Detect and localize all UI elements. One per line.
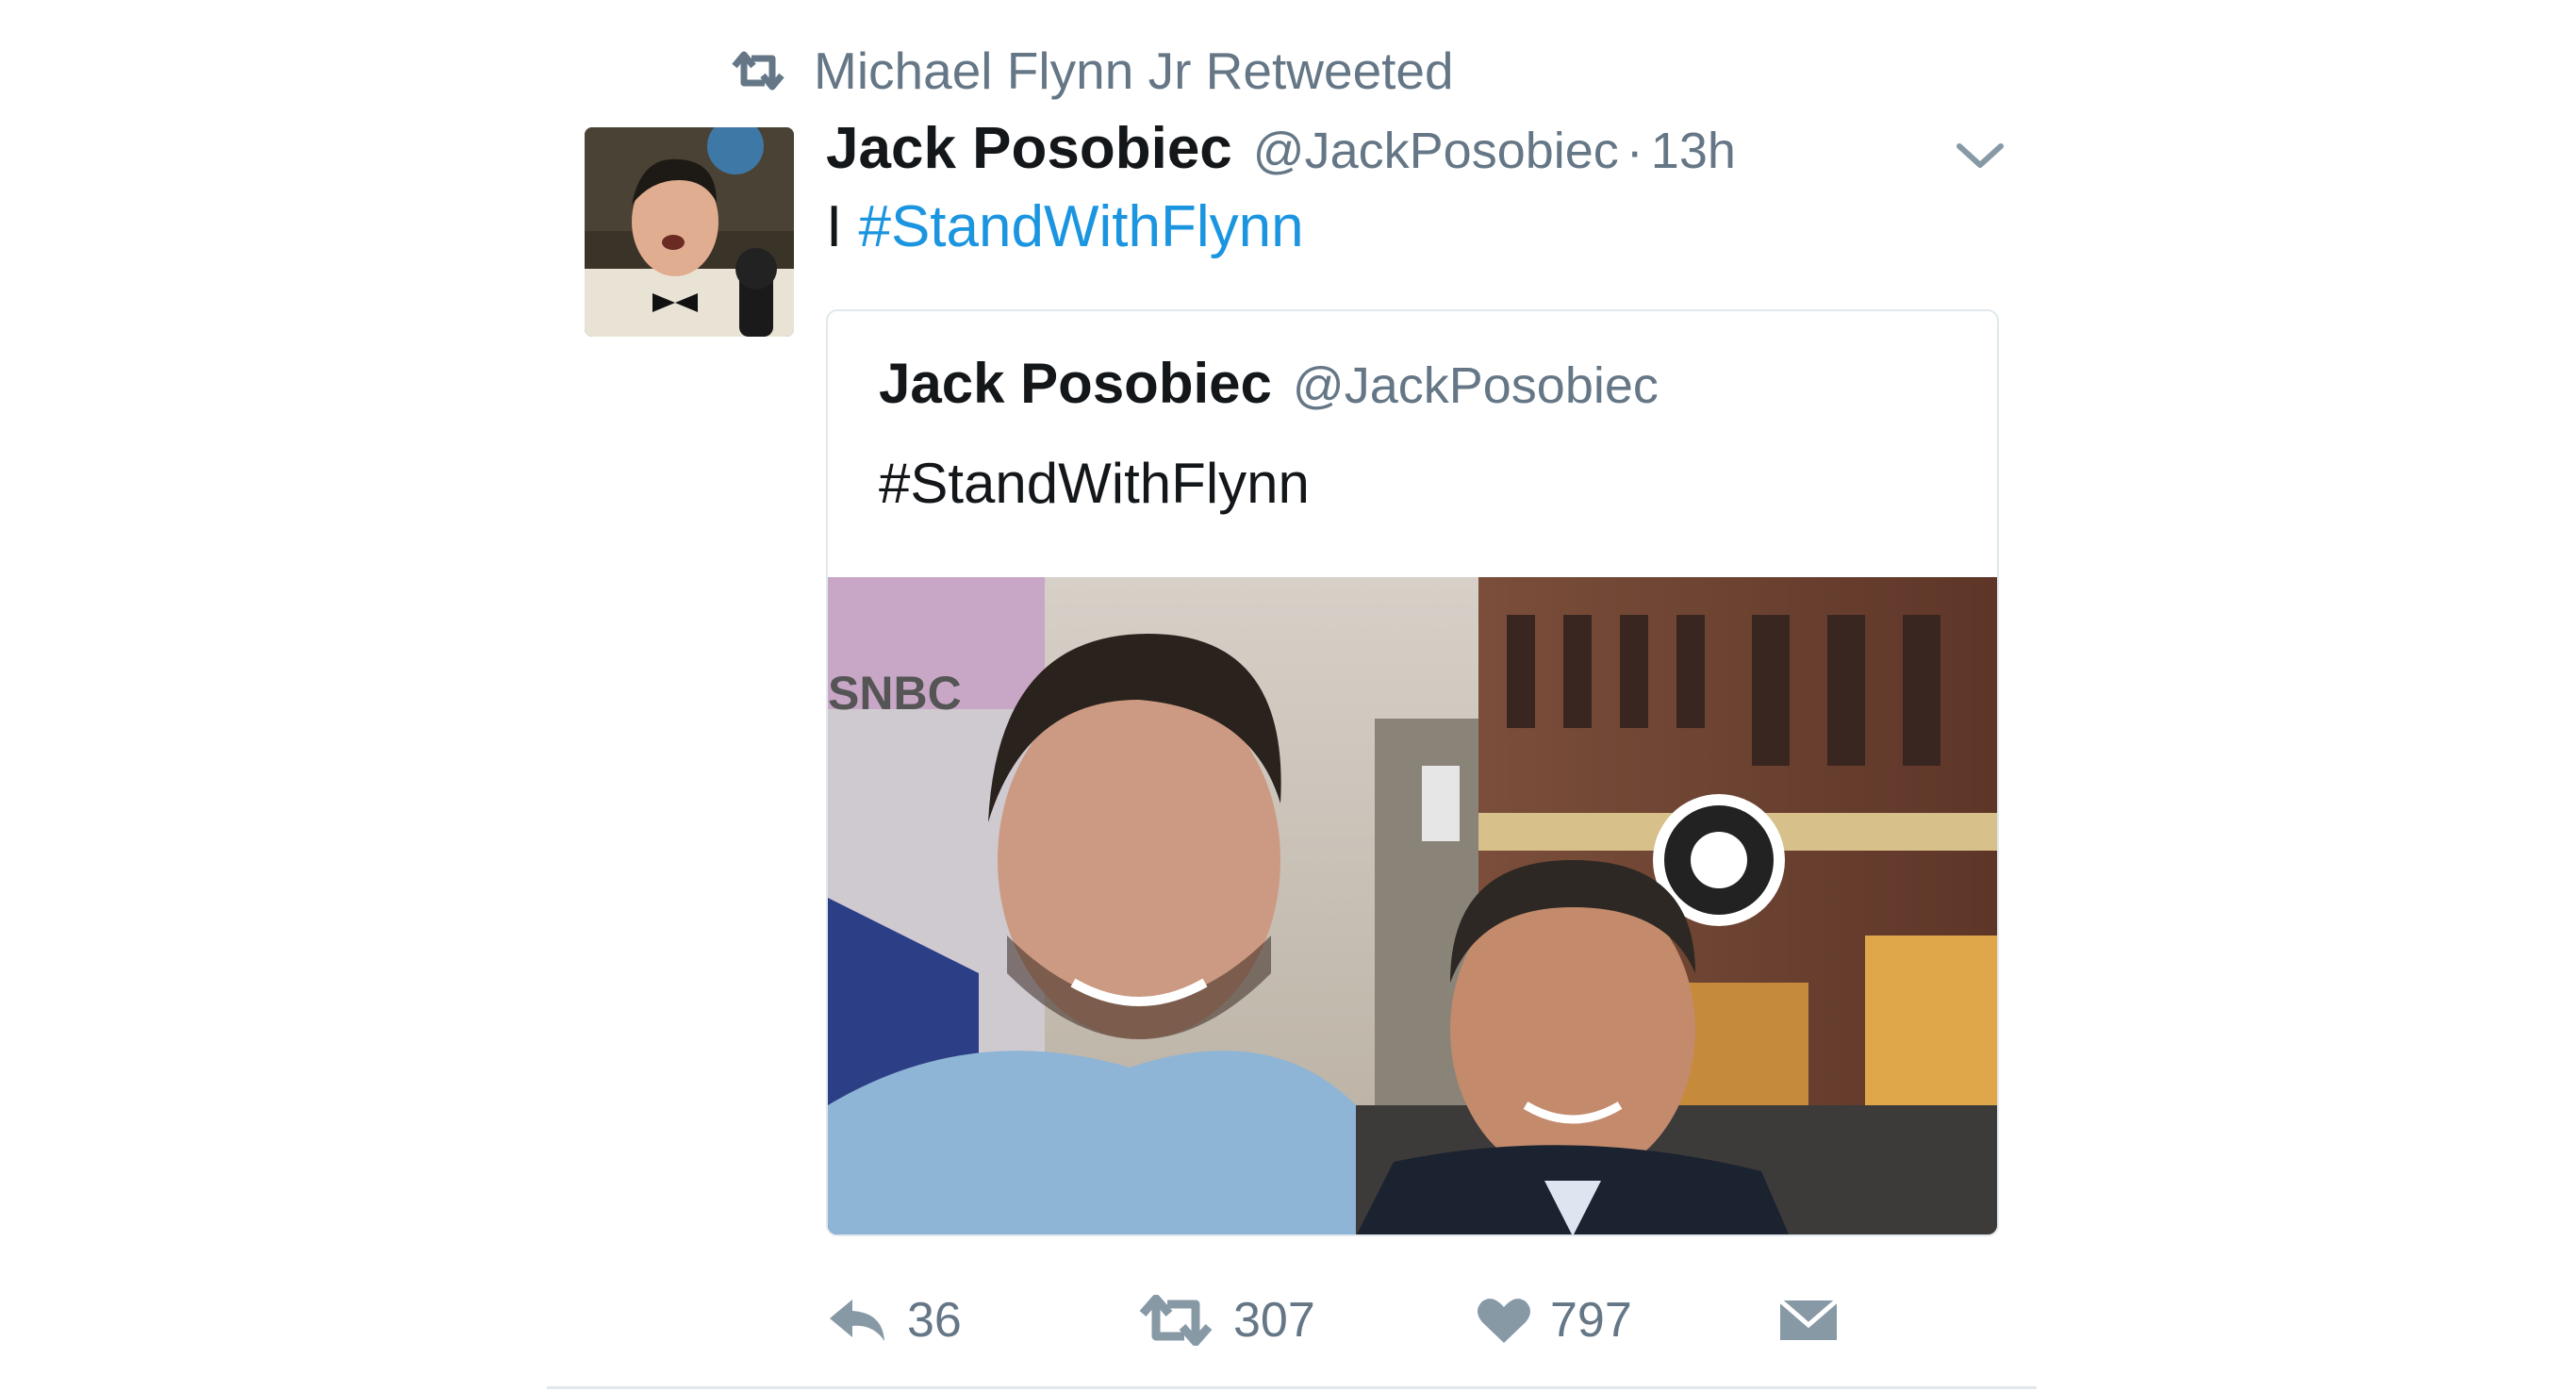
divider	[547, 1386, 2037, 1389]
reply-button[interactable]: 36	[826, 1283, 962, 1358]
quoted-author-handle: @JackPosobiec	[1292, 357, 1659, 414]
chevron-down-icon[interactable]	[1952, 137, 2008, 174]
tweet-page: Michael Flynn Jr Retweeted Jack Posobiec…	[0, 0, 2576, 1391]
tweet-header: Jack Posobiec @JackPosobiec · 13h	[826, 115, 1736, 196]
direct-message-icon	[1778, 1297, 1839, 1344]
quoted-author-name: Jack Posobiec	[879, 352, 1272, 415]
quoted-tweet-photo[interactable]: SNBC	[828, 577, 1997, 1234]
quoted-tweet-header: Jack Posobiec @JackPosobiec	[879, 351, 1659, 416]
tweet-text-prefix: I	[826, 194, 843, 259]
direct-message-button[interactable]	[1778, 1283, 1839, 1358]
retweet-context-text: Michael Flynn Jr Retweeted	[814, 41, 1454, 100]
reply-icon	[826, 1296, 888, 1345]
tweet-actions: 36 307 797	[826, 1283, 2005, 1358]
separator-dot: ·	[1626, 123, 1643, 179]
retweet-context[interactable]: Michael Flynn Jr Retweeted	[729, 38, 1454, 104]
reply-count: 36	[907, 1293, 962, 1348]
like-count: 797	[1550, 1293, 1632, 1348]
quoted-tweet-card[interactable]: Jack Posobiec @JackPosobiec #StandWithFl…	[826, 309, 1999, 1236]
tweet-text: I #StandWithFlynn	[826, 193, 1304, 260]
like-button[interactable]: 797	[1477, 1283, 1632, 1358]
tweet-timestamp[interactable]: 13h	[1651, 122, 1736, 180]
avatar[interactable]	[585, 127, 794, 337]
retweet-icon	[1137, 1295, 1214, 1346]
quoted-tweet-text: #StandWithFlynn	[879, 452, 1310, 515]
retweet-button[interactable]: 307	[1137, 1283, 1315, 1358]
heart-icon	[1477, 1296, 1531, 1345]
photo-sign-text: SNBC	[828, 667, 962, 720]
retweet-icon	[729, 51, 787, 91]
hashtag-link[interactable]: #StandWithFlynn	[858, 194, 1303, 259]
retweet-count: 307	[1233, 1293, 1315, 1348]
author-name[interactable]: Jack Posobiec	[826, 115, 1232, 182]
author-handle[interactable]: @JackPosobiec	[1253, 122, 1619, 180]
